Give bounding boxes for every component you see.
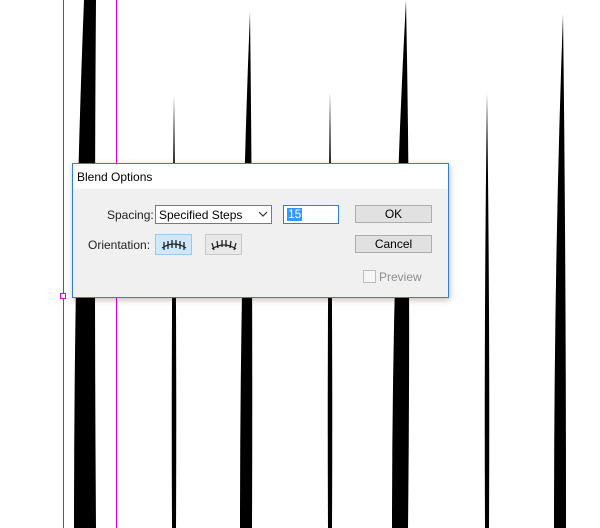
chevron-down-icon [258, 211, 268, 217]
align-to-path-button[interactable] [205, 234, 242, 255]
dialog-title: Blend Options [77, 170, 153, 184]
cancel-button[interactable]: Cancel [355, 235, 432, 253]
blend-stroke [484, 93, 490, 528]
preview-checkbox[interactable] [363, 270, 376, 283]
align-to-page-icon [161, 240, 187, 250]
align-to-path-icon [211, 240, 237, 251]
orientation-label: Orientation: [88, 238, 151, 252]
align-to-page-button[interactable] [155, 234, 192, 255]
steps-input[interactable]: 15 [283, 205, 339, 224]
anchor-point[interactable] [60, 293, 66, 299]
ok-button[interactable]: OK [355, 205, 432, 223]
spacing-label: Spacing: [107, 208, 154, 222]
blend-stroke [171, 95, 177, 528]
preview-label: Preview [379, 270, 422, 284]
blend-stroke [554, 14, 566, 528]
spacing-dropdown-value: Specified Steps [159, 208, 243, 222]
dialog-title-bar[interactable]: Blend Options [73, 164, 448, 189]
blend-options-dialog: Blend Options Spacing: Specified Steps 1… [72, 163, 449, 298]
spacing-dropdown[interactable]: Specified Steps [155, 205, 272, 224]
steps-input-value: 15 [287, 207, 303, 221]
blend-stroke [327, 92, 333, 528]
